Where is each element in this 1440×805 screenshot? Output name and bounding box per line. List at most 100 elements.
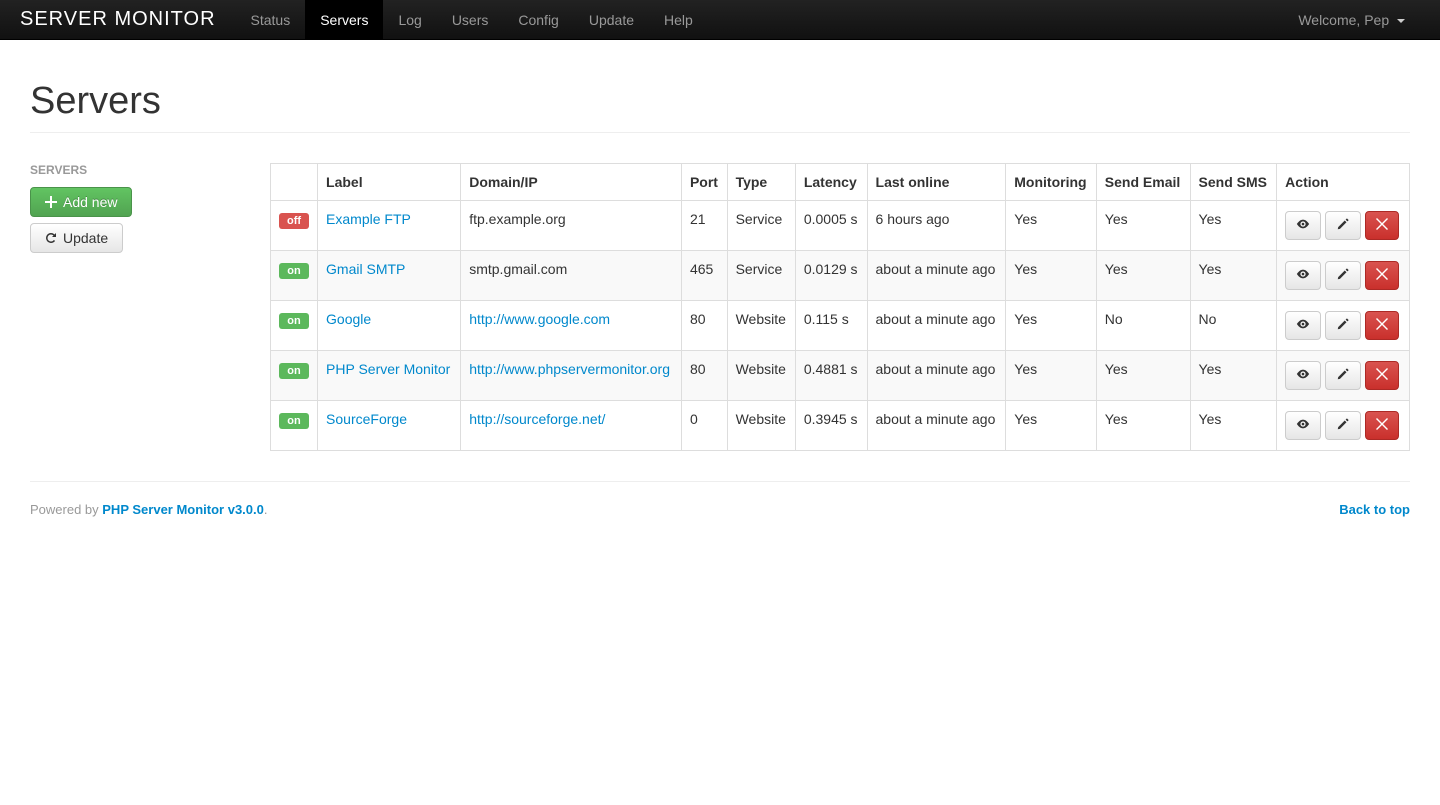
brand[interactable]: SERVER MONITOR [20,8,216,31]
cell-latency: 0.115 s [795,301,867,351]
view-button[interactable] [1285,411,1321,440]
delete-button[interactable] [1365,311,1399,340]
table-header-row: LabelDomain/IPPortTypeLatencyLast online… [271,164,1410,201]
pencil-icon [1336,417,1350,434]
view-button[interactable] [1285,211,1321,240]
plus-icon [45,196,57,208]
pencil-icon [1336,317,1350,334]
cell-monitoring: Yes [1006,351,1097,401]
status-badge: on [279,363,308,379]
eye-icon [1296,317,1310,334]
column-header: Last online [867,164,1006,201]
close-icon [1376,368,1388,383]
cell-monitoring: Yes [1006,301,1097,351]
cell-port: 80 [681,351,727,401]
cell-type: Service [727,251,795,301]
edit-button[interactable] [1325,261,1361,290]
server-domain-link[interactable]: http://sourceforge.net/ [469,411,605,427]
status-badge: on [279,263,308,279]
server-domain-link[interactable]: http://www.phpservermonitor.org [469,361,670,377]
close-icon [1376,218,1388,233]
cell-latency: 0.0005 s [795,201,867,251]
cell-last_online: about a minute ago [867,251,1006,301]
cell-last_online: about a minute ago [867,351,1006,401]
back-to-top-link[interactable]: Back to top [1339,502,1410,517]
nav-item-help[interactable]: Help [649,0,708,40]
server-domain: smtp.gmail.com [461,251,682,301]
server-label-link[interactable]: Example FTP [326,211,411,227]
cell-port: 80 [681,301,727,351]
cell-monitoring: Yes [1006,201,1097,251]
nav-item-update[interactable]: Update [574,0,649,40]
add-new-button[interactable]: Add new [30,187,132,217]
delete-button[interactable] [1365,261,1399,290]
edit-button[interactable] [1325,211,1361,240]
footer-credits: Powered by PHP Server Monitor v3.0.0. [30,502,268,517]
column-header: Label [318,164,461,201]
eye-icon [1296,417,1310,434]
table-body: offExample FTPftp.example.org21Service0.… [271,201,1410,451]
view-button[interactable] [1285,311,1321,340]
delete-button[interactable] [1365,361,1399,390]
cell-type: Website [727,401,795,451]
column-header: Action [1277,164,1410,201]
product-link[interactable]: PHP Server Monitor v3.0.0 [102,502,264,517]
table-row: onSourceForgehttp://sourceforge.net/0Web… [271,401,1410,451]
nav-item-users[interactable]: Users [437,0,504,40]
column-header: Type [727,164,795,201]
cell-email: No [1096,301,1190,351]
server-domain-link[interactable]: http://www.google.com [469,311,610,327]
nav-item-config[interactable]: Config [503,0,573,40]
server-label-link[interactable]: Gmail SMTP [326,261,405,277]
cell-sms: Yes [1190,251,1277,301]
edit-button[interactable] [1325,411,1361,440]
footer: Powered by PHP Server Monitor v3.0.0. Ba… [30,481,1410,517]
table-row: on Google http://www.google.com 80Website0.… [271,301,1410,351]
table-row: on PHP Server Monitor http://www.phpserver… [271,351,1410,401]
cell-type: Website [727,301,795,351]
navbar: SERVER MONITOR StatusServersLogUsersConf… [0,0,1440,40]
nav-item-status[interactable]: Status [236,0,306,40]
nav-item-servers[interactable]: Servers [305,0,383,40]
main-content: LabelDomain/IPPortTypeLatencyLast online… [270,163,1410,451]
cell-sms: Yes [1190,351,1277,401]
cell-email: Yes [1096,201,1190,251]
nav-user-menu[interactable]: Welcome, Pep [1283,0,1420,40]
column-header: Monitoring [1006,164,1097,201]
cell-type: Website [727,351,795,401]
view-button[interactable] [1285,261,1321,290]
server-label-link[interactable]: PHP Server Monitor [326,361,450,377]
column-header: Port [681,164,727,201]
status-badge: on [279,413,308,429]
cell-type: Service [727,201,795,251]
edit-button[interactable] [1325,361,1361,390]
column-header [271,164,318,201]
server-label-link[interactable]: Google [326,311,371,327]
cell-monitoring: Yes [1006,251,1097,301]
nav-item-log[interactable]: Log [383,0,436,40]
view-button[interactable] [1285,361,1321,390]
close-icon [1376,418,1388,433]
delete-button[interactable] [1365,211,1399,240]
servers-table: LabelDomain/IPPortTypeLatencyLast online… [270,163,1410,451]
refresh-icon [45,232,57,244]
cell-latency: 0.0129 s [795,251,867,301]
cell-monitoring: Yes [1006,401,1097,451]
delete-button[interactable] [1365,411,1399,440]
cell-last_online: about a minute ago [867,401,1006,451]
cell-sms: No [1190,301,1277,351]
edit-button[interactable] [1325,311,1361,340]
cell-port: 465 [681,251,727,301]
pencil-icon [1336,217,1350,234]
eye-icon [1296,217,1310,234]
page-title: Servers [30,80,1410,123]
sidebar: SERVERS Add new Update [30,163,270,451]
server-label-link[interactable]: SourceForge [326,411,407,427]
welcome-user: Welcome, Pep [1283,0,1420,40]
pencil-icon [1336,267,1350,284]
eye-icon [1296,267,1310,284]
nav: StatusServersLogUsersConfigUpdateHelp [236,0,1284,40]
status-badge: on [279,313,308,329]
column-header: Send SMS [1190,164,1277,201]
update-button[interactable]: Update [30,223,123,253]
